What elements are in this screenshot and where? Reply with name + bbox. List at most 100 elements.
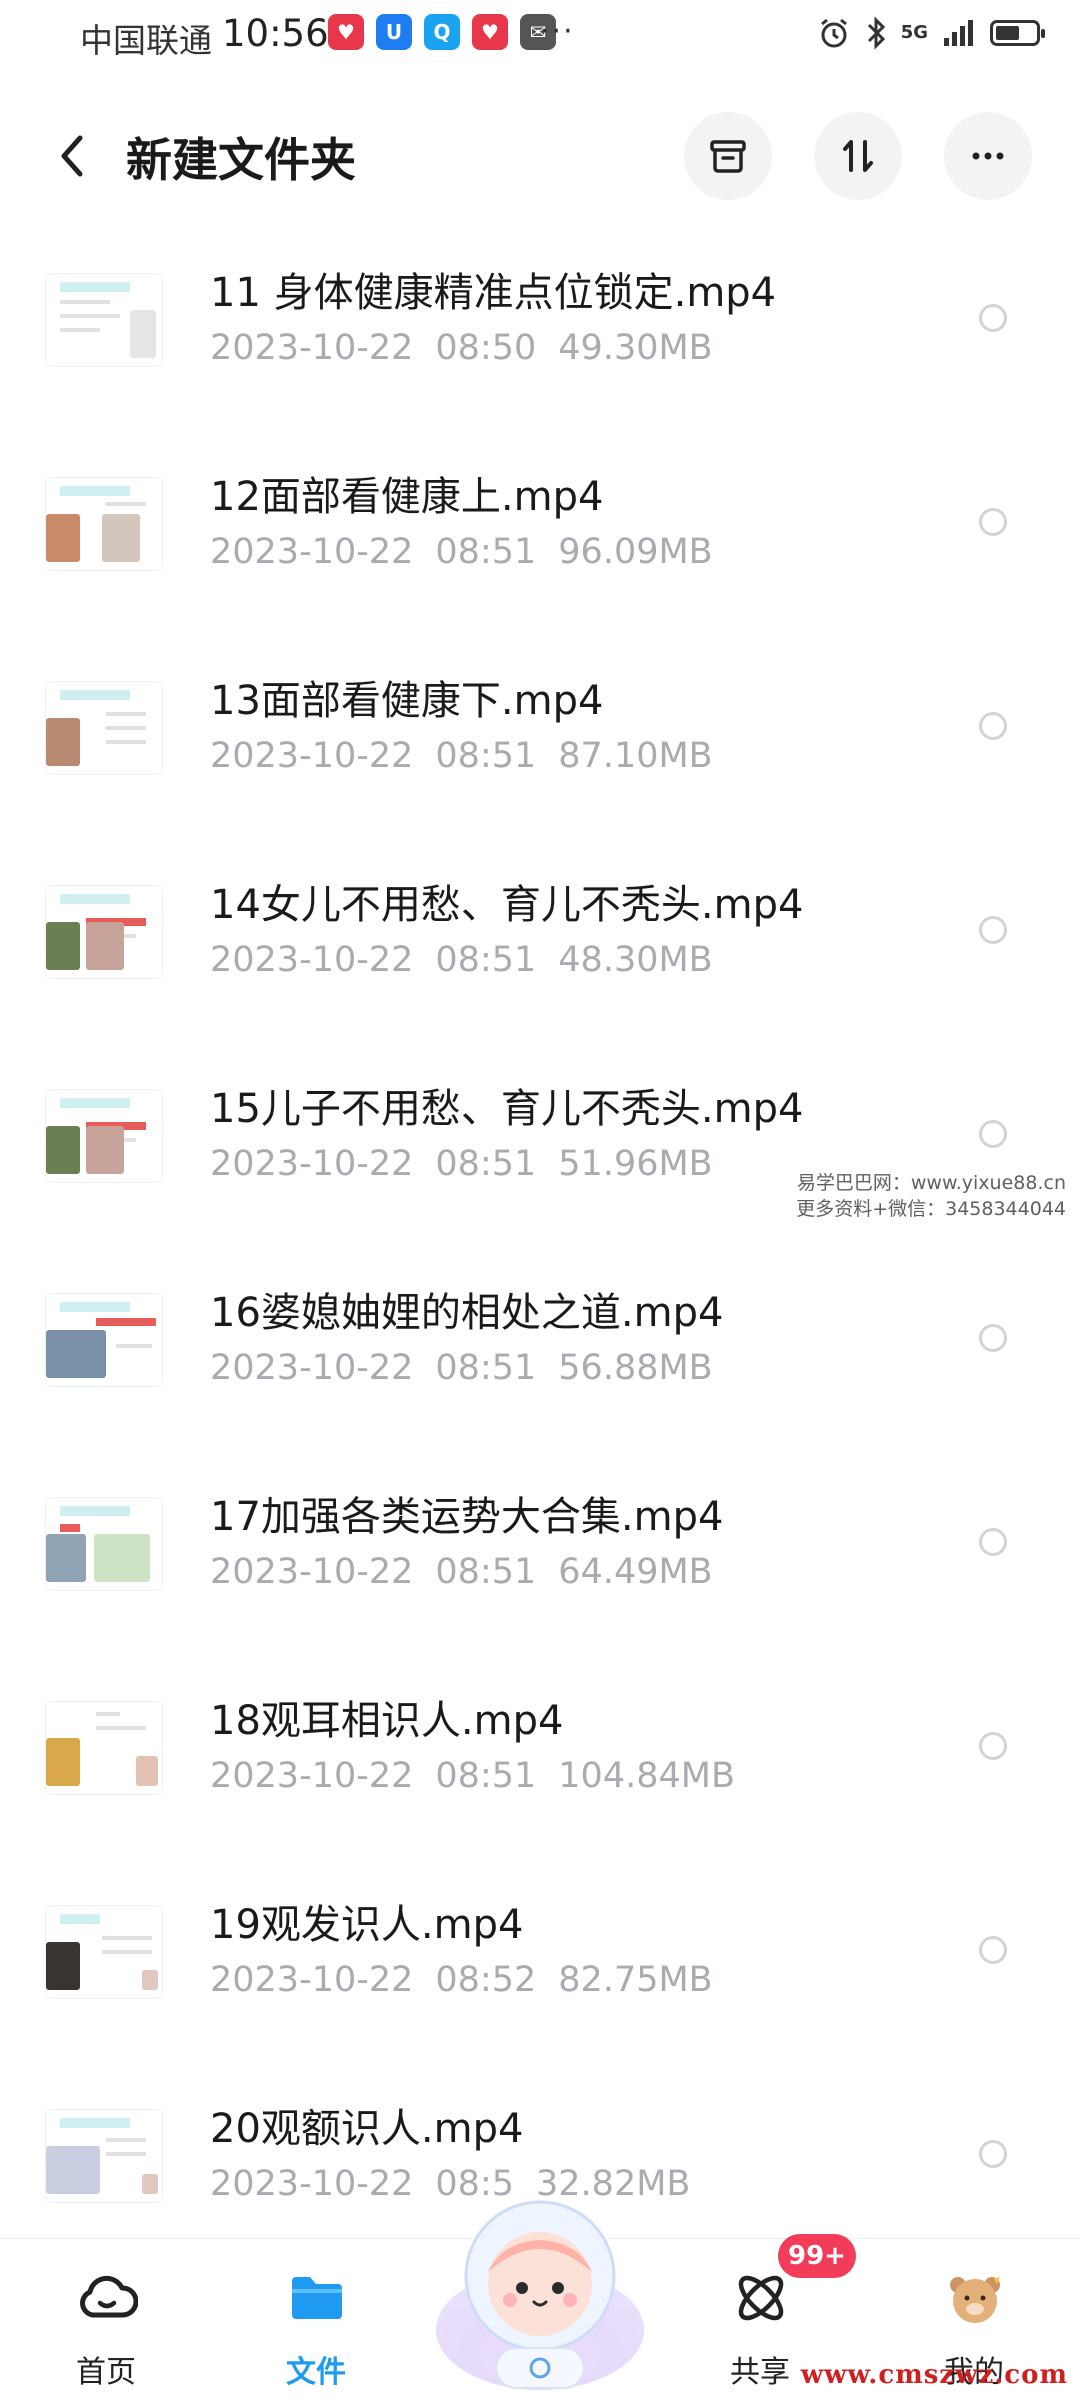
file-date: 2023-10-22 (210, 328, 414, 368)
video-thumbnail (46, 1090, 162, 1182)
select-checkbox[interactable] (979, 1528, 1007, 1556)
file-date: 2023-10-22 (210, 940, 414, 980)
file-meta: 2023-10-22 08:51 104.84MB (210, 1756, 735, 1796)
select-checkbox[interactable] (979, 712, 1007, 740)
file-meta: 2023-10-22 08:52 82.75MB (210, 1960, 713, 2000)
file-time: 08:51 (435, 1552, 537, 1592)
file-date: 2023-10-22 (210, 1552, 414, 1592)
cloud-icon (80, 2275, 138, 2318)
app-notification-icon: U (376, 14, 412, 50)
file-size: 51.96MB (558, 1144, 713, 1184)
app-notification-icon: ♥ (328, 14, 364, 50)
file-size: 64.49MB (558, 1552, 713, 1592)
file-date: 2023-10-22 (210, 532, 414, 572)
alarm-icon (820, 18, 847, 48)
nav-home[interactable]: 首页 (36, 2255, 176, 2390)
file-name: 11 身体健康精准点位锁定.mp4 (210, 270, 777, 316)
file-date: 2023-10-22 (210, 1348, 414, 1388)
video-thumbnail (46, 1906, 162, 1998)
file-date: 2023-10-22 (210, 736, 414, 776)
video-thumbnail (46, 274, 162, 366)
watermark-bottom: www.cmszwz.com (800, 2360, 1068, 2390)
file-time: 08:51 (435, 1348, 537, 1388)
file-date: 2023-10-22 (210, 2164, 414, 2204)
status-bar: 中国联通 10:56 ♥ U Q ♥ ✉ ··· 5G (0, 0, 1080, 72)
file-name: 19观发识人.mp4 (210, 1902, 524, 1948)
file-time: 08:52 (435, 1960, 537, 2000)
file-meta: 2023-10-22 08:50 49.30MB (210, 328, 713, 368)
file-size: 87.10MB (558, 736, 713, 776)
file-name: 13面部看健康下.mp4 (210, 678, 604, 724)
system-icons: 5G (817, 16, 1045, 50)
watermark-line: 易学巴巴网：www.yixue88.cn (796, 1172, 1066, 1194)
file-size: 104.84MB (558, 1756, 735, 1796)
file-name: 20观额识人.mp4 (210, 2106, 524, 2152)
sort-icon (843, 140, 873, 172)
file-name: 14女儿不用愁、育儿不秃头.mp4 (210, 882, 804, 928)
select-checkbox[interactable] (979, 508, 1007, 536)
file-row[interactable]: 12面部看健康上.mp4 2023-10-22 08:51 96.09MB (0, 426, 1080, 630)
file-meta: 2023-10-22 08:51 56.88MB (210, 1348, 713, 1388)
search-app-icon: Q (424, 14, 460, 50)
battery-icon (990, 20, 1045, 46)
file-name: 15儿子不用愁、育儿不秃头.mp4 (210, 1086, 804, 1132)
atom-share-icon (738, 2275, 784, 2321)
watermark-line: 更多资料+微信：3458344044 (796, 1198, 1066, 1220)
video-thumbnail (46, 2110, 162, 2202)
file-size: 96.09MB (558, 532, 713, 572)
select-checkbox[interactable] (979, 1120, 1007, 1148)
sort-button[interactable] (814, 112, 902, 200)
file-name: 16婆媳妯娌的相处之道.mp4 (210, 1290, 724, 1336)
back-button[interactable] (48, 126, 96, 186)
file-size: 48.30MB (558, 940, 713, 980)
select-checkbox[interactable] (979, 1732, 1007, 1760)
select-checkbox[interactable] (979, 916, 1007, 944)
select-checkbox[interactable] (979, 2140, 1007, 2168)
video-thumbnail (46, 1498, 162, 1590)
file-date: 2023-10-22 (210, 1144, 414, 1184)
file-row[interactable]: 11 身体健康精准点位锁定.mp4 2023-10-22 08:50 49.30MB (0, 222, 1080, 426)
file-row[interactable]: 16婆媳妯娌的相处之道.mp4 2023-10-22 08:51 56.88MB (0, 1242, 1080, 1446)
file-meta: 2023-10-22 08:51 87.10MB (210, 736, 713, 776)
nav-label: 首页 (76, 2355, 136, 2390)
video-thumbnail (46, 1294, 162, 1386)
select-checkbox[interactable] (979, 1936, 1007, 1964)
file-name: 17加强各类运势大合集.mp4 (210, 1494, 724, 1540)
file-size: 56.88MB (558, 1348, 713, 1388)
file-date: 2023-10-22 (210, 1960, 414, 2000)
archive-button[interactable] (684, 112, 772, 200)
file-row[interactable]: 14女儿不用愁、育儿不秃头.mp4 2023-10-22 08:51 48.30MB (0, 834, 1080, 1038)
more-icon (972, 152, 1004, 160)
file-date: 2023-10-22 (210, 1756, 414, 1796)
video-thumbnail (46, 478, 162, 570)
select-checkbox[interactable] (979, 1324, 1007, 1352)
nav-files[interactable]: 文件 (246, 2255, 386, 2390)
file-time: 08:51 (435, 1756, 537, 1796)
page-title: 新建文件夹 (126, 133, 356, 187)
file-meta: 2023-10-22 08:51 64.49MB (210, 1552, 713, 1592)
file-row[interactable]: 18观耳相识人.mp4 2023-10-22 08:51 104.84MB (0, 1650, 1080, 1854)
battery-level (996, 26, 1019, 40)
assistant-mascot[interactable] (430, 2180, 650, 2394)
video-thumbnail (46, 1702, 162, 1794)
file-meta: 2023-10-22 08:51 48.30MB (210, 940, 713, 980)
file-row[interactable]: 13面部看健康下.mp4 2023-10-22 08:51 87.10MB (0, 630, 1080, 834)
header: 新建文件夹 (0, 96, 1080, 216)
file-row[interactable]: 19观发识人.mp4 2023-10-22 08:52 82.75MB (0, 1854, 1080, 2058)
file-row[interactable]: 17加强各类运势大合集.mp4 2023-10-22 08:51 64.49MB (0, 1446, 1080, 1650)
notification-icons: ♥ U Q ♥ ✉ (328, 14, 556, 50)
more-button[interactable] (944, 112, 1032, 200)
share-badge: 99+ (778, 2234, 856, 2278)
chevron-left-icon (61, 135, 83, 177)
file-name: 18观耳相识人.mp4 (210, 1698, 564, 1744)
signal-icon (944, 20, 973, 46)
folder-icon (292, 2277, 342, 2319)
bear-avatar-icon (950, 2273, 1000, 2323)
app-notification-icon: ♥ (472, 14, 508, 50)
file-time: 08:50 (435, 328, 537, 368)
watermark: 易学巴巴网：www.yixue88.cn 更多资料+微信：3458344044 (796, 1170, 1066, 1222)
file-time: 08:51 (435, 532, 537, 572)
file-time: 08:51 (435, 736, 537, 776)
status-time: 10:56 (222, 12, 329, 55)
select-checkbox[interactable] (979, 304, 1007, 332)
